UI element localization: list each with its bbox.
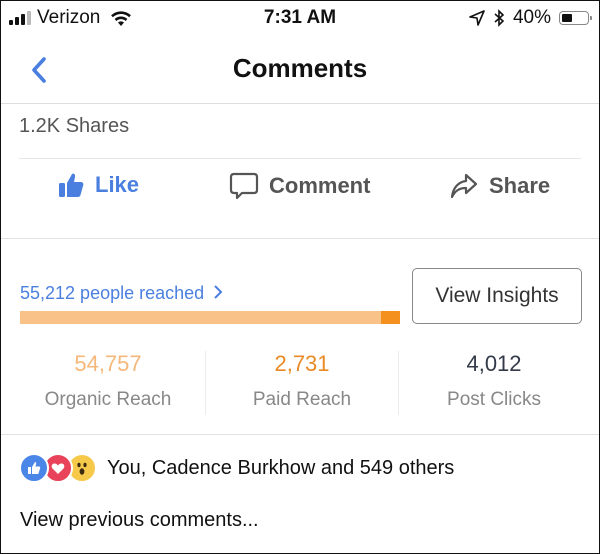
- shares-count[interactable]: 1.2K Shares: [19, 115, 129, 138]
- like-reaction-icon: [19, 453, 49, 483]
- battery-percent: 40%: [512, 7, 551, 28]
- page-title: Comments: [232, 53, 368, 83]
- people-reached-text: 55,212 people reached: [20, 283, 205, 303]
- paid-reach-segment: [381, 311, 400, 324]
- post-clicks-stat: 4,012 Post Clicks: [394, 351, 594, 411]
- battery-icon: [559, 11, 592, 25]
- stat-value: 2,731: [274, 351, 330, 376]
- view-previous-comments-link[interactable]: View previous comments...: [20, 509, 259, 532]
- view-insights-button[interactable]: View Insights: [412, 268, 582, 324]
- stat-label: Organic Reach: [44, 389, 172, 410]
- screen: Verizon 7:31 AM 40% Comments 1.2K Shares: [0, 0, 600, 554]
- comment-button[interactable]: Comment: [229, 171, 370, 201]
- paid-reach-stat: 2,731 Paid Reach: [202, 351, 402, 411]
- divider: [1, 238, 599, 239]
- like-button[interactable]: Like: [57, 171, 139, 199]
- share-arrow-icon: [450, 173, 478, 199]
- comment-label: Comment: [269, 173, 371, 198]
- stat-value: 4,012: [466, 351, 522, 376]
- stat-value: 54,757: [74, 351, 142, 376]
- stat-label: Post Clicks: [447, 389, 541, 410]
- thumbs-up-icon: [59, 173, 84, 197]
- status-bar: Verizon 7:31 AM 40%: [1, 1, 599, 37]
- bluetooth-icon: [494, 9, 505, 27]
- reactions-summary[interactable]: You, Cadence Burkhow and 549 others: [19, 453, 454, 483]
- people-reached-link[interactable]: 55,212 people reached: [20, 283, 224, 304]
- reach-progress-bar: [20, 311, 400, 324]
- organic-reach-stat: 54,757 Organic Reach: [8, 351, 208, 411]
- reactors-text: You, Cadence Burkhow and 549 others: [107, 456, 455, 479]
- chevron-right-icon: [214, 285, 223, 299]
- post-actions: Like Comment Share: [1, 171, 599, 211]
- like-label: Like: [95, 172, 140, 197]
- location-arrow-icon: [469, 10, 485, 26]
- divider: [19, 158, 581, 159]
- nav-bar: Comments: [1, 37, 599, 104]
- speech-bubble-icon: [229, 172, 259, 200]
- stat-label: Paid Reach: [252, 389, 352, 410]
- stat-divider: [205, 351, 206, 415]
- divider: [1, 434, 599, 435]
- stat-divider: [398, 351, 399, 415]
- share-label: Share: [489, 173, 551, 198]
- reach-stats: 54,757 Organic Reach 2,731 Paid Reach 4,…: [1, 351, 599, 415]
- share-button[interactable]: Share: [449, 171, 550, 201]
